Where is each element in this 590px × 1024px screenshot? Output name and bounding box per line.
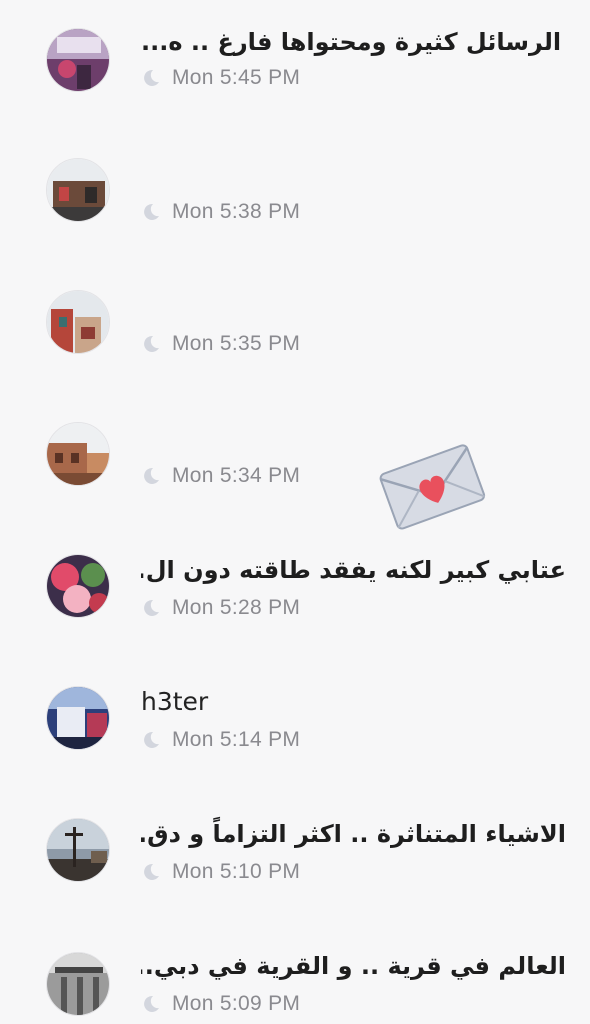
avatar[interactable] — [46, 554, 110, 618]
conversation-meta: Mon 5:45 PM — [141, 63, 300, 93]
avatar[interactable] — [46, 818, 110, 882]
conversation-meta: Mon 5:35 PM — [141, 329, 300, 359]
conversation-meta: Mon 5:09 PM — [141, 989, 300, 1019]
moon-icon — [141, 202, 161, 222]
conversation-time: Mon 5:38 PM — [172, 200, 301, 223]
moon-icon — [141, 598, 161, 618]
conversation-row[interactable]: عتابي كبير لكنه يفقد طاقته دون ال... Mon… — [0, 538, 590, 670]
avatar[interactable] — [46, 290, 110, 354]
conversation-meta: Mon 5:28 PM — [141, 593, 300, 623]
conversation-row[interactable]: Mon 5:35 PM — [0, 274, 590, 406]
conversation-time: Mon 5:35 PM — [172, 332, 301, 355]
moon-icon — [141, 994, 161, 1014]
conversation-row[interactable]: h3ter Mon 5:14 PM — [0, 670, 590, 802]
conversation-row[interactable]: Mon 5:38 PM — [0, 142, 590, 274]
conversation-time: Mon 5:34 PM — [172, 464, 301, 487]
avatar[interactable] — [46, 422, 110, 486]
avatar[interactable] — [46, 952, 110, 1016]
moon-icon — [141, 334, 161, 354]
avatar[interactable] — [46, 686, 110, 750]
conversation-title — [141, 154, 566, 194]
conversation-title — [141, 418, 566, 458]
moon-icon — [141, 466, 161, 486]
conversation-meta: Mon 5:38 PM — [141, 197, 300, 227]
moon-icon — [141, 68, 161, 88]
moon-icon — [141, 730, 161, 750]
conversation-time: Mon 5:10 PM — [172, 860, 301, 883]
conversation-meta: Mon 5:14 PM — [141, 725, 300, 755]
conversation-title — [141, 286, 566, 326]
conversation-time: Mon 5:28 PM — [172, 596, 301, 619]
conversation-row[interactable]: العالم في قرية .. و القرية في دبي... Mon… — [0, 934, 590, 1024]
avatar[interactable] — [46, 158, 110, 222]
avatar[interactable] — [46, 28, 110, 92]
conversation-title: العالم في قرية .. و القرية في دبي... — [141, 952, 566, 980]
conversation-title: عتابي كبير لكنه يفقد طاقته دون ال... — [141, 556, 566, 584]
conversation-meta: Mon 5:10 PM — [141, 857, 300, 887]
conversation-title: h3ter — [141, 687, 209, 716]
conversation-time: Mon 5:14 PM — [172, 728, 301, 751]
conversation-row[interactable]: الاشياء المتناثرة .. اكثر التزاماً و دق.… — [0, 802, 590, 934]
conversation-title: الرسائل كثيرة ومحتواها فارغ .. ه... — [141, 28, 562, 56]
conversation-time: Mon 5:45 PM — [172, 66, 301, 89]
love-letter-icon — [378, 440, 486, 532]
moon-icon — [141, 862, 161, 882]
conversation-time: Mon 5:09 PM — [172, 992, 301, 1015]
conversation-meta: Mon 5:34 PM — [141, 461, 300, 491]
conversation-list: الرسائل كثيرة ومحتواها فارغ .. ه... Mon … — [0, 0, 590, 1024]
conversation-title: الاشياء المتناثرة .. اكثر التزاماً و دق.… — [141, 820, 566, 848]
conversation-row[interactable]: Mon 5:34 PM — [0, 406, 590, 538]
conversation-row[interactable]: الرسائل كثيرة ومحتواها فارغ .. ه... Mon … — [0, 10, 590, 142]
